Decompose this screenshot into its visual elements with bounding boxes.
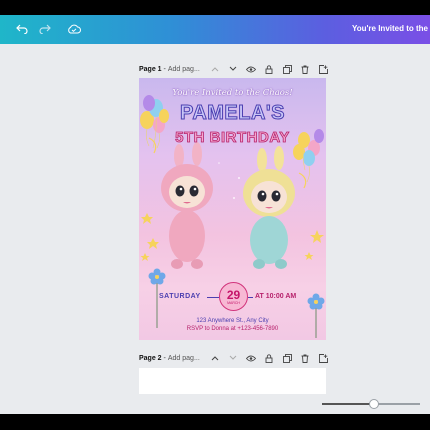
undo-button[interactable] xyxy=(12,19,32,39)
zoom-slider[interactable] xyxy=(322,399,420,409)
editor-toolbar: You're Invited to the Cha xyxy=(0,15,430,44)
bottom-black-band xyxy=(0,414,430,430)
page-2-header: Page 2 - Add pag... xyxy=(139,351,329,365)
date-month: MARCH xyxy=(227,300,240,305)
date-number: 29 xyxy=(226,287,241,302)
page-1-actions xyxy=(206,62,332,76)
invitation-subtitle[interactable]: You're Invited to the Chaos! xyxy=(139,88,326,98)
yellow-character-icon xyxy=(243,146,295,269)
add-page-button[interactable] xyxy=(314,62,332,76)
move-page-up-button[interactable] xyxy=(206,351,224,365)
duplicate-page-button[interactable] xyxy=(278,351,296,365)
invitation-time[interactable]: AT 10:00 AM xyxy=(255,293,296,300)
page-2-actions xyxy=(206,351,332,365)
zoom-slider-fill xyxy=(322,403,374,405)
copy-icon xyxy=(282,353,292,363)
chevron-up-icon xyxy=(211,356,219,361)
cloud-save-status-button[interactable] xyxy=(64,19,84,39)
trash-icon xyxy=(301,354,309,363)
page-2-label: Page 2 - xyxy=(139,354,166,362)
lock-icon xyxy=(265,64,273,74)
hide-page-button[interactable] xyxy=(242,62,260,76)
add-page-icon xyxy=(318,353,328,363)
pink-character-icon xyxy=(161,142,213,269)
date-badge[interactable]: 29 MARCH xyxy=(219,282,248,311)
divider-line xyxy=(207,297,219,298)
eye-icon xyxy=(246,355,256,361)
cloud-saved-icon xyxy=(68,24,81,34)
eye-icon xyxy=(246,66,256,72)
move-page-up-button[interactable] xyxy=(206,62,224,76)
invitation-birthday-heading[interactable]: 5TH BIRTHDAY xyxy=(139,129,326,147)
chevron-up-icon xyxy=(211,67,219,72)
hide-page-button[interactable] xyxy=(242,351,260,365)
page-1-header: Page 1 - Add pag... xyxy=(139,62,329,76)
zoom-slider-thumb[interactable] xyxy=(368,399,379,409)
delete-page-button[interactable] xyxy=(296,351,314,365)
copy-icon xyxy=(282,64,292,74)
add-page-icon xyxy=(318,64,328,74)
trash-icon xyxy=(301,65,309,74)
chevron-down-icon xyxy=(229,66,237,71)
invitation-name[interactable]: PAMELA'S xyxy=(139,102,326,125)
lock-page-button[interactable] xyxy=(260,62,278,76)
duplicate-page-button[interactable] xyxy=(278,62,296,76)
undo-icon xyxy=(16,24,28,34)
page-1-title-input[interactable]: Add pag... xyxy=(168,66,200,73)
invitation-address[interactable]: 123 Anywhere St., Any City xyxy=(139,318,326,324)
add-page-button[interactable] xyxy=(314,351,332,365)
redo-button[interactable] xyxy=(35,19,55,39)
page-2-title-input[interactable]: Add pag... xyxy=(168,355,200,362)
page-2-canvas[interactable] xyxy=(139,368,326,394)
top-black-band xyxy=(0,0,430,15)
move-page-down-button[interactable] xyxy=(224,351,242,365)
redo-icon xyxy=(39,24,51,34)
invitation-day[interactable]: SATURDAY xyxy=(159,293,201,300)
divider-line xyxy=(248,297,253,298)
move-page-down-button[interactable] xyxy=(224,62,242,76)
invitation-rsvp[interactable]: RSVP to Donna at +123-456-7890 xyxy=(139,326,326,332)
document-title[interactable]: You're Invited to the Cha xyxy=(352,24,430,33)
delete-page-button[interactable] xyxy=(296,62,314,76)
page-1-label: Page 1 - xyxy=(139,65,166,73)
lock-icon xyxy=(265,353,273,363)
lock-page-button[interactable] xyxy=(260,351,278,365)
chevron-down-icon xyxy=(229,355,237,360)
page-1-canvas[interactable]: You're Invited to the Chaos! PAMELA'S 5T… xyxy=(139,78,326,340)
